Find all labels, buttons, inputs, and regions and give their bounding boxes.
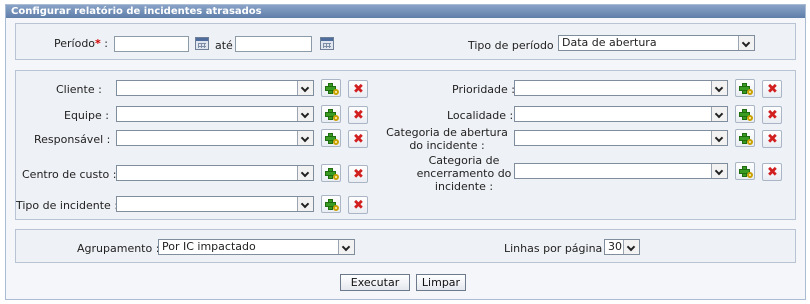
chevron-down-icon [297,81,313,95]
filter-label-equipe: Equipe : [64,109,109,122]
remove-icon: ✖ [767,165,778,180]
required-mark: * [95,37,101,50]
add-responsavel-button[interactable] [321,129,341,147]
grouping-label: Agrupamento : [77,242,160,255]
lines-per-page-value: 30 [608,240,622,253]
filter-label-tipo-de-incidente: Tipo de incidente : [16,199,119,212]
categoria-encerramento-select[interactable] [514,163,728,179]
remove-cliente-button[interactable]: ✖ [348,80,368,98]
remove-icon: ✖ [353,82,364,97]
chevron-down-icon [738,36,754,50]
localidade-select[interactable] [514,106,728,122]
calendar-icon[interactable] [195,37,209,50]
filter-label-responsavel: Responsável : [34,133,111,146]
period-type-select[interactable]: Data de abertura [558,35,755,51]
remove-prioridade-button[interactable]: ✖ [762,80,782,98]
grouping-value: Por IC impactado [162,240,256,253]
remove-icon: ✖ [353,167,364,182]
period-type-label: Tipo de período : [468,39,561,52]
calendar-icon[interactable] [320,37,334,50]
filter-label-cliente: Cliente : [56,83,102,96]
remove-icon: ✖ [767,132,778,147]
report-config-panel: Configurar relatório de incidentes atras… [5,4,806,300]
period-type-value: Data de abertura [562,36,657,49]
chevron-down-icon [711,131,727,145]
remove-icon: ✖ [767,108,778,123]
period-start-input[interactable] [114,36,189,52]
remove-icon: ✖ [767,82,778,97]
filter-label-centro-de-custo: Centro de custo : [22,168,117,181]
categoria-abertura-select[interactable] [514,130,728,146]
responsavel-select[interactable] [116,130,314,146]
filter-label-prioridade: Prioridade : [452,83,516,96]
grouping-select[interactable]: Por IC impactado [158,239,355,255]
add-tipo-de-incidente-button[interactable] [321,195,341,213]
remove-tipo-de-incidente-button[interactable]: ✖ [348,196,368,214]
chevron-down-icon [297,197,313,211]
lines-per-page-label: Linhas por página : [504,242,610,255]
remove-categoria-abertura-button[interactable]: ✖ [762,130,782,148]
remove-icon: ✖ [353,108,364,123]
centro-de-custo-select[interactable] [116,165,314,181]
period-label: Período* : [54,37,109,50]
equipe-select[interactable] [116,106,314,122]
panel-title: Configurar relatório de incidentes atras… [6,5,805,18]
add-categoria-encerramento-button[interactable] [735,162,755,180]
add-cliente-button[interactable] [321,79,341,97]
chevron-down-icon [711,107,727,121]
add-centro-de-custo-button[interactable] [321,164,341,182]
remove-icon: ✖ [353,198,364,213]
chevron-down-icon [711,164,727,178]
chevron-down-icon [623,240,639,254]
clear-button[interactable]: Limpar [416,274,466,291]
remove-icon: ✖ [353,132,364,147]
tipo-de-incidente-select[interactable] [116,196,314,212]
remove-localidade-button[interactable]: ✖ [762,106,782,124]
remove-responsavel-button[interactable]: ✖ [348,130,368,148]
chevron-down-icon [338,240,354,254]
prioridade-select[interactable] [514,80,728,96]
cliente-select[interactable] [116,80,314,96]
remove-centro-de-custo-button[interactable]: ✖ [348,165,368,183]
remove-equipe-button[interactable]: ✖ [348,106,368,124]
chevron-down-icon [711,81,727,95]
add-categoria-abertura-button[interactable] [735,129,755,147]
add-localidade-button[interactable] [735,105,755,123]
remove-categoria-encerramento-button[interactable]: ✖ [762,163,782,181]
add-prioridade-button[interactable] [735,79,755,97]
chevron-down-icon [297,131,313,145]
period-end-input[interactable] [235,36,312,52]
period-separator: até [215,39,233,52]
add-equipe-button[interactable] [321,105,341,123]
chevron-down-icon [297,107,313,121]
run-button[interactable]: Executar [340,274,410,291]
filter-label-categoria-encerramento: Categoria de encerramento do incidente : [416,154,512,193]
filter-label-categoria-abertura: Categoria de abertura do incidente : [386,126,508,152]
lines-per-page-select[interactable]: 30 [604,239,640,255]
chevron-down-icon [297,166,313,180]
filter-label-localidade: Localidade : [447,109,514,122]
